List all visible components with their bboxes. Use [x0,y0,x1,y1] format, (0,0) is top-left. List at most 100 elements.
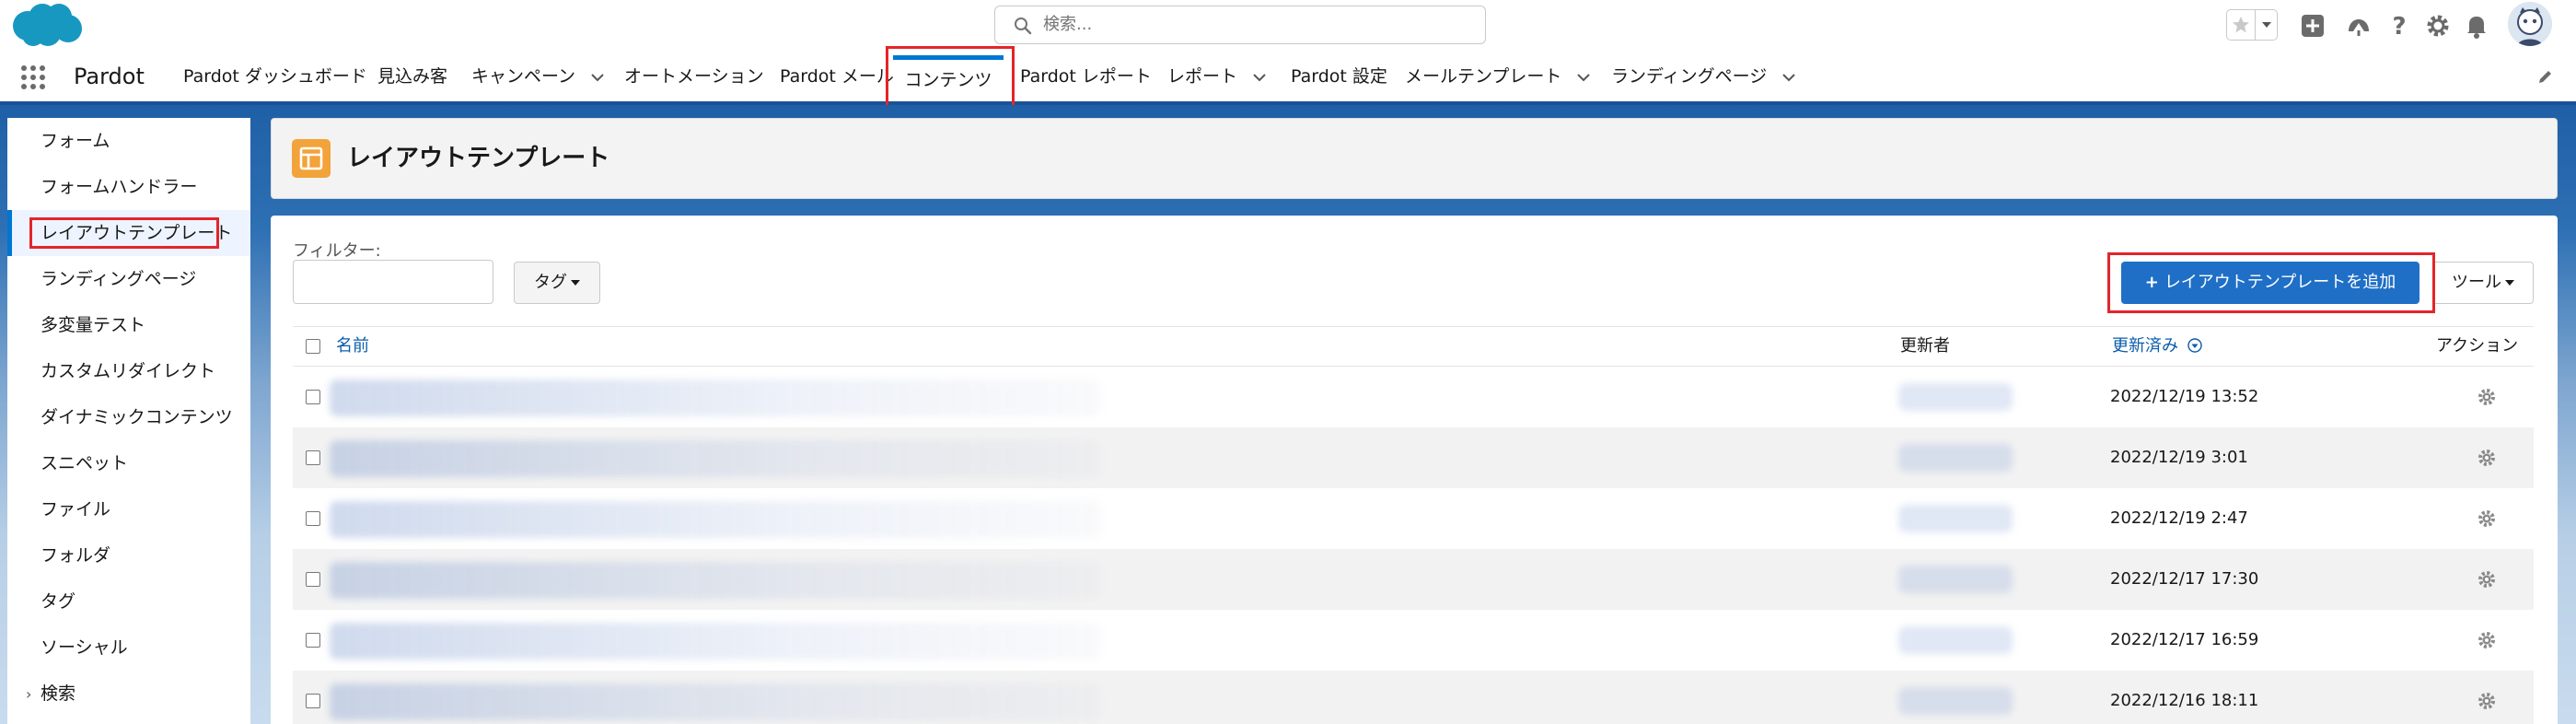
redacted-updated-by[interactable] [1898,626,2013,654]
redacted-updated-by[interactable] [1898,566,2013,593]
sidebar-item-label: タグ [41,591,76,612]
caret-down-icon [571,280,580,286]
sidebar-item-form-handlers[interactable]: フォームハンドラー [7,164,250,210]
caret-down-icon [2505,280,2514,286]
chevron-down-icon[interactable] [1252,73,1267,82]
chevron-down-icon[interactable] [1576,73,1591,82]
bell-icon[interactable] [2460,9,2493,42]
row-action-gear-icon[interactable] [2477,508,2497,529]
redacted-updated-by[interactable] [1898,444,2013,472]
row-updated-date: 2022/12/19 3:01 [2110,448,2248,467]
redacted-template-name[interactable] [330,380,1101,416]
chevron-down-icon[interactable] [1781,73,1796,82]
row-checkbox[interactable] [306,633,320,648]
nav-tab-label: Pardot レポート [1020,66,1152,87]
redacted-template-name[interactable] [330,683,1101,720]
table-row: 2022/12/19 2:47 [293,488,2534,549]
sidebar-item-label: ファイル [41,499,111,520]
nav-tab-label: Pardot 設定 [1291,66,1387,87]
nav-tab-label: オートメーション [624,66,764,87]
row-checkbox[interactable] [306,390,320,404]
sidebar-item-snippets[interactable]: スニペット [7,440,250,486]
sidebar-item-dynamic-content[interactable]: ダイナミックコンテンツ [7,394,250,440]
sidebar-item-label: 検索 [41,683,76,704]
nav-tab-pardot-email[interactable]: Pardot メール [780,52,894,101]
nav-tab-reports[interactable]: レポート [1167,52,1267,101]
tools-button[interactable]: ツール [2432,262,2534,304]
chevron-right-icon[interactable]: › [26,671,41,718]
sidebar-item-multivariate-tests[interactable]: 多変量テスト [7,302,250,348]
sidebar-item-label: フォルダ [41,545,111,566]
edit-nav-pencil-icon[interactable] [2537,68,2554,85]
sidebar-item-social[interactable]: ソーシャル [7,625,250,671]
nav-tab-label: キャンペーン [471,66,576,87]
row-checkbox[interactable] [306,450,320,465]
row-action-gear-icon[interactable] [2477,569,2497,590]
search-icon [1015,18,1032,35]
layout-grid-icon [299,146,323,170]
select-all-checkbox[interactable] [306,339,320,354]
row-action-gear-icon[interactable] [2477,630,2497,650]
nav-tab-prospects[interactable]: 見込み客 [377,52,447,101]
user-avatar[interactable] [2508,2,2552,46]
tag-filter-button[interactable]: タグ [514,262,600,304]
nav-tab-campaigns[interactable]: キャンペーン [471,52,605,101]
sidebar-item-folders[interactable]: フォルダ [7,532,250,578]
trailhead-icon[interactable] [2342,9,2375,42]
redacted-updated-by[interactable] [1898,687,2013,715]
page-header: レイアウトテンプレート [271,118,2558,199]
chevron-down-icon [2261,22,2271,28]
app-launcher-icon[interactable] [20,64,46,90]
sidebar-item-custom-redirects[interactable]: カスタムリダイレクト [7,348,250,394]
sidebar-item-files[interactable]: ファイル [7,486,250,532]
help-icon[interactable]: ? [2383,9,2416,42]
favorites-button-group [2226,9,2278,41]
row-checkbox[interactable] [306,511,320,526]
nav-tab-pardot-dashboard[interactable]: Pardot ダッシュボード [183,52,367,101]
table-row: 2022/12/16 18:11 [293,671,2534,724]
search-placeholder: 検索... [1043,15,1093,34]
table-row: 2022/12/19 13:52 [293,367,2534,427]
redacted-updated-by[interactable] [1898,383,2013,411]
nav-tab-pardot-reports[interactable]: Pardot レポート [1020,52,1152,101]
chevron-down-icon[interactable] [590,73,605,82]
annotation-highlight-content-tab [886,46,1015,111]
svg-text:?: ? [2392,13,2406,41]
sidebar-item-landing-pages[interactable]: ランディングページ [7,256,250,302]
nav-tab-automation[interactable]: オートメーション [624,52,764,101]
row-action-gear-icon[interactable] [2477,691,2497,711]
row-updated-date: 2022/12/16 18:11 [2110,691,2259,710]
filter-input[interactable] [293,260,493,304]
nav-tab-email-templates[interactable]: メールテンプレート [1405,52,1591,101]
row-action-gear-icon[interactable] [2477,387,2497,407]
favorite-star-button[interactable] [2227,10,2255,40]
redacted-template-name[interactable] [330,623,1101,660]
annotation-highlight-sidebar-item [29,217,219,249]
sort-descending-icon [2187,338,2202,353]
row-checkbox[interactable] [306,694,320,708]
salesforce-logo-icon[interactable] [7,2,85,50]
nav-tab-pardot-settings[interactable]: Pardot 設定 [1291,52,1387,101]
sidebar-item-forms[interactable]: フォーム [7,118,250,164]
redacted-template-name[interactable] [330,501,1101,538]
redacted-updated-by[interactable] [1898,505,2013,532]
app-nav-bar: Pardot Pardot ダッシュボード 見込み客 キャンペーン オートメーシ… [0,52,2576,101]
column-header-name[interactable]: 名前 [336,327,369,366]
sidebar-item-tags[interactable]: タグ [7,578,250,625]
sidebar-item-search[interactable]: › 検索 [7,671,250,717]
row-action-gear-icon[interactable] [2477,448,2497,468]
table-row: 2022/12/17 16:59 [293,610,2534,671]
nav-tab-label: ランディングページ [1611,66,1768,87]
favorites-dropdown-button[interactable] [2255,10,2277,40]
row-checkbox[interactable] [306,572,320,587]
global-search-input[interactable]: 検索... [994,6,1486,44]
table-header: 名前 更新者 更新済み アクション [293,326,2534,367]
global-create-icon[interactable] [2296,9,2329,42]
gear-icon[interactable] [2421,9,2454,42]
sidebar-item-label: フォーム [41,131,110,151]
sidebar-item-label: ランディングページ [41,269,197,289]
redacted-template-name[interactable] [330,562,1101,599]
redacted-template-name[interactable] [330,440,1101,477]
nav-tab-landing-pages[interactable]: ランディングページ [1611,52,1796,101]
column-header-updated[interactable]: 更新済み [2112,327,2202,366]
